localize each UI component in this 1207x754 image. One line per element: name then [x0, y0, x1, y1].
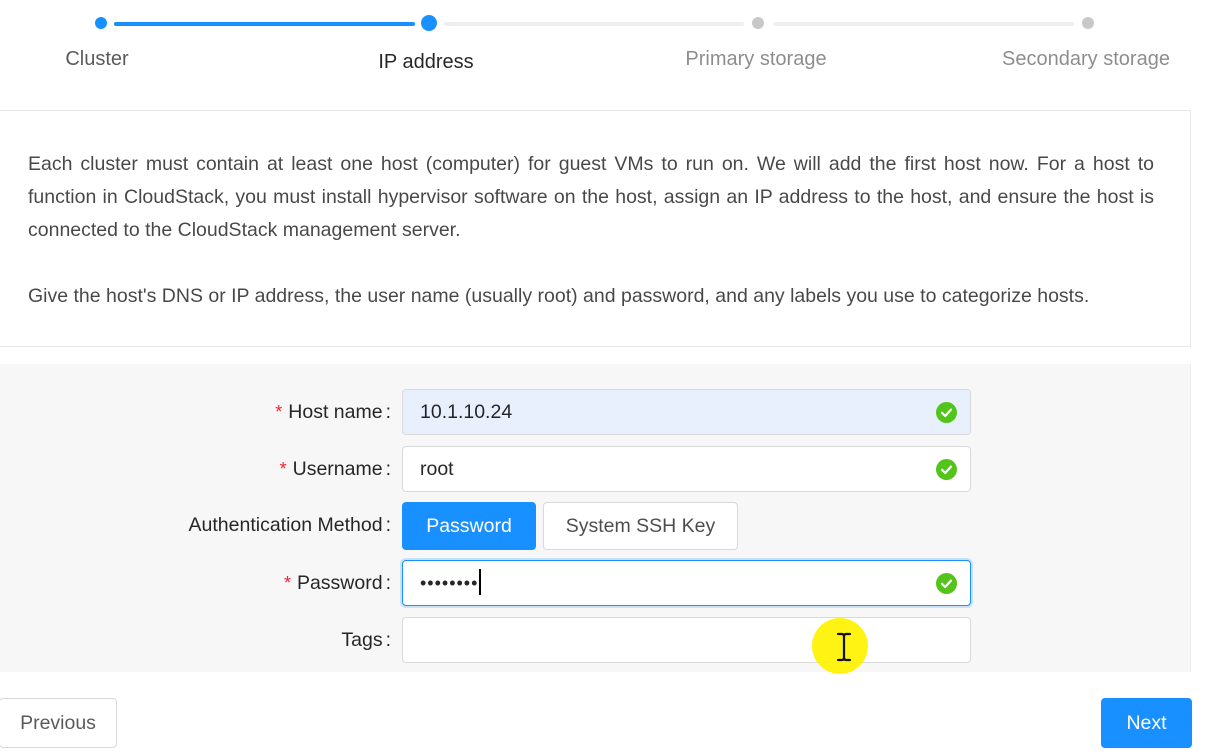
host-name-value: 10.1.10.24 [420, 401, 513, 423]
password-masked-value: •••••••• [420, 573, 479, 593]
step-dot-cluster[interactable] [95, 17, 107, 29]
step-connector-3 [773, 22, 1074, 26]
password-input[interactable]: •••••••• [402, 560, 971, 606]
step-connector-1 [114, 22, 415, 26]
step-title-primary-storage: Primary storage [685, 48, 827, 70]
username-label: * Username: [279, 458, 391, 480]
host-name-label: * Host name: [275, 401, 391, 423]
required-mark: * [279, 459, 287, 479]
step-dot-ip-address [421, 15, 437, 31]
wizard-steps: Cluster IP address Primary storage Secon… [0, 0, 1207, 100]
check-circle-icon [936, 459, 957, 480]
description-paragraph-2: Give the host's DNS or IP address, the u… [28, 285, 1090, 307]
description-paragraph-1: Each cluster must contain at least one h… [28, 153, 1154, 241]
step-description: Each cluster must contain at least one h… [0, 110, 1191, 347]
step-connector-2 [444, 22, 744, 26]
tags-label: Tags: [341, 629, 391, 651]
form-row-tags: Tags: [0, 617, 1191, 663]
auth-ssh-key-option[interactable]: System SSH Key [543, 502, 738, 550]
form-row-host-name: * Host name: 10.1.10.24 [0, 389, 1191, 435]
previous-button[interactable]: Previous [0, 698, 117, 748]
username-value: root [420, 458, 454, 480]
username-input[interactable]: root [402, 446, 971, 492]
check-circle-icon [936, 573, 957, 594]
add-host-wizard: Cluster IP address Primary storage Secon… [0, 0, 1207, 754]
password-label: * Password: [283, 572, 391, 594]
form-row-auth-method: Authentication Method: Password System S… [0, 502, 1191, 550]
next-button[interactable]: Next [1101, 698, 1192, 748]
host-name-input[interactable]: 10.1.10.24 [402, 389, 971, 435]
host-form: * Host name: 10.1.10.24 * Username: root A… [0, 364, 1191, 672]
form-row-password: * Password: •••••••• [0, 560, 1191, 606]
form-row-username: * Username: root [0, 446, 1191, 492]
required-mark: * [283, 573, 291, 593]
step-dot-primary-storage [752, 17, 764, 29]
auth-password-option[interactable]: Password [402, 502, 536, 550]
required-mark: * [275, 402, 283, 422]
step-dot-secondary-storage [1082, 17, 1094, 29]
auth-method-label: Authentication Method: [188, 514, 391, 536]
tags-input[interactable] [402, 617, 971, 663]
text-caret [479, 568, 482, 595]
text-cursor-icon [833, 632, 855, 667]
check-circle-icon [936, 402, 957, 423]
step-title-ip-address: IP address [378, 51, 474, 73]
step-title-secondary-storage: Secondary storage [1002, 48, 1170, 70]
step-title-cluster[interactable]: Cluster [65, 48, 128, 71]
